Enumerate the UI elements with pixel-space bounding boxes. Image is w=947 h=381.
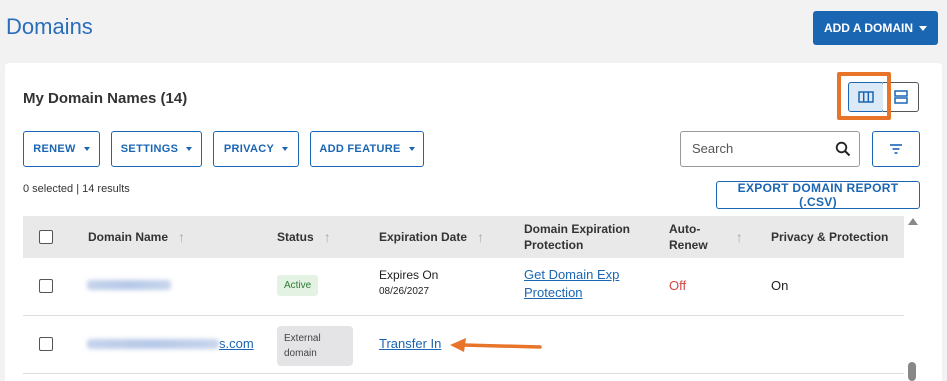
status-line2: domain bbox=[284, 348, 317, 359]
sort-arrow-icon[interactable]: ↑ bbox=[477, 229, 484, 245]
renew-dropdown[interactable]: RENEW bbox=[23, 131, 100, 167]
annotation-arrow-icon bbox=[450, 338, 542, 352]
domain-name-suffix: s.com bbox=[219, 336, 254, 351]
domains-card: My Domain Names (14) RENEW SETTINGS PRIV… bbox=[5, 63, 942, 381]
scroll-thumb[interactable] bbox=[908, 362, 916, 381]
auto-renew-status[interactable]: Off bbox=[669, 278, 686, 293]
auto-renew-header-line2: Renew bbox=[669, 238, 708, 252]
expires-on-label: Expires On bbox=[379, 268, 439, 282]
table-row: Active Expires On 08/26/2027 Get Domain … bbox=[23, 258, 904, 316]
status-badge-external: External domain bbox=[277, 326, 353, 366]
column-header-domain-name[interactable]: Domain Name ↑ bbox=[88, 229, 185, 245]
status-line1: External bbox=[284, 333, 321, 344]
add-domain-button[interactable]: ADD A DOMAIN bbox=[813, 11, 938, 45]
get-domain-exp-protection-link[interactable]: Get Domain Exp Protection bbox=[524, 267, 619, 300]
add-domain-label: ADD A DOMAIN bbox=[823, 21, 914, 35]
status-badge: Active bbox=[277, 275, 319, 296]
sort-arrow-icon[interactable]: ↑ bbox=[324, 229, 331, 245]
column-header-expiration-date[interactable]: Expiration Date ↑ bbox=[379, 229, 484, 245]
domain-name-header-label: Domain Name bbox=[88, 230, 169, 244]
protection-link-line1: Get Domain Exp bbox=[524, 267, 620, 282]
page-title: Domains bbox=[6, 14, 93, 39]
expiration-date-value: 08/26/2027 bbox=[379, 286, 430, 297]
protection-link-line2: Protection bbox=[524, 285, 583, 300]
table-header: Domain Name ↑ Status ↑ Expiration Date ↑… bbox=[23, 216, 904, 258]
sort-arrow-icon[interactable]: ↑ bbox=[736, 229, 743, 245]
chevron-down-icon bbox=[408, 147, 415, 151]
settings-label: SETTINGS bbox=[120, 143, 179, 155]
card-title: My Domain Names (14) bbox=[23, 90, 188, 107]
search-icon[interactable] bbox=[835, 141, 851, 157]
scroll-up-arrow-icon[interactable] bbox=[908, 218, 918, 225]
expiration-date-header-label: Expiration Date bbox=[379, 230, 468, 244]
row-checkbox[interactable] bbox=[39, 337, 53, 351]
sort-arrow-icon[interactable]: ↑ bbox=[178, 229, 185, 245]
settings-dropdown[interactable]: SETTINGS bbox=[111, 131, 202, 167]
filter-button[interactable] bbox=[872, 131, 920, 167]
results-summary: 0 selected | 14 results bbox=[23, 183, 130, 195]
rows-icon bbox=[893, 90, 908, 104]
renew-label: RENEW bbox=[33, 143, 76, 155]
privacy-dropdown[interactable]: PRIVACY bbox=[213, 131, 299, 167]
column-header-status[interactable]: Status ↑ bbox=[277, 229, 331, 245]
transfer-in-link[interactable]: Transfer In bbox=[379, 336, 441, 351]
domain-name-link[interactable]: s.com bbox=[87, 336, 254, 351]
protection-header-line2: Protection bbox=[524, 238, 584, 252]
chevron-down-icon bbox=[919, 25, 928, 31]
filter-icon bbox=[890, 144, 902, 154]
search-box bbox=[680, 131, 860, 167]
export-domain-report-button[interactable]: EXPORT DOMAIN REPORT (.CSV) bbox=[716, 181, 920, 209]
auto-renew-header-line1: Auto- bbox=[669, 222, 701, 236]
column-header-protection: Domain Expiration Protection bbox=[524, 221, 630, 253]
add-feature-dropdown[interactable]: ADD FEATURE bbox=[310, 131, 424, 167]
search-input[interactable] bbox=[692, 141, 832, 156]
add-feature-label: ADD FEATURE bbox=[319, 143, 401, 155]
column-header-privacy: Privacy & Protection bbox=[771, 229, 888, 245]
chevron-down-icon bbox=[282, 147, 289, 151]
privacy-header-label: Privacy & Protection bbox=[771, 230, 889, 244]
domain-name-link[interactable] bbox=[87, 280, 171, 290]
status-header-label: Status bbox=[277, 230, 314, 244]
privacy-label: PRIVACY bbox=[223, 143, 275, 155]
scrollbar[interactable] bbox=[905, 218, 919, 381]
select-all-checkbox[interactable] bbox=[39, 230, 53, 244]
chevron-down-icon bbox=[186, 147, 193, 151]
chevron-down-icon bbox=[83, 147, 90, 151]
privacy-status: On bbox=[771, 278, 789, 293]
domain-name-blurred bbox=[87, 338, 219, 349]
row-checkbox[interactable] bbox=[39, 279, 53, 293]
annotation-highlight-box bbox=[837, 72, 891, 120]
protection-header-line1: Domain Expiration bbox=[524, 222, 631, 236]
column-header-auto-renew[interactable]: Auto- Renew ↑ bbox=[669, 221, 743, 253]
